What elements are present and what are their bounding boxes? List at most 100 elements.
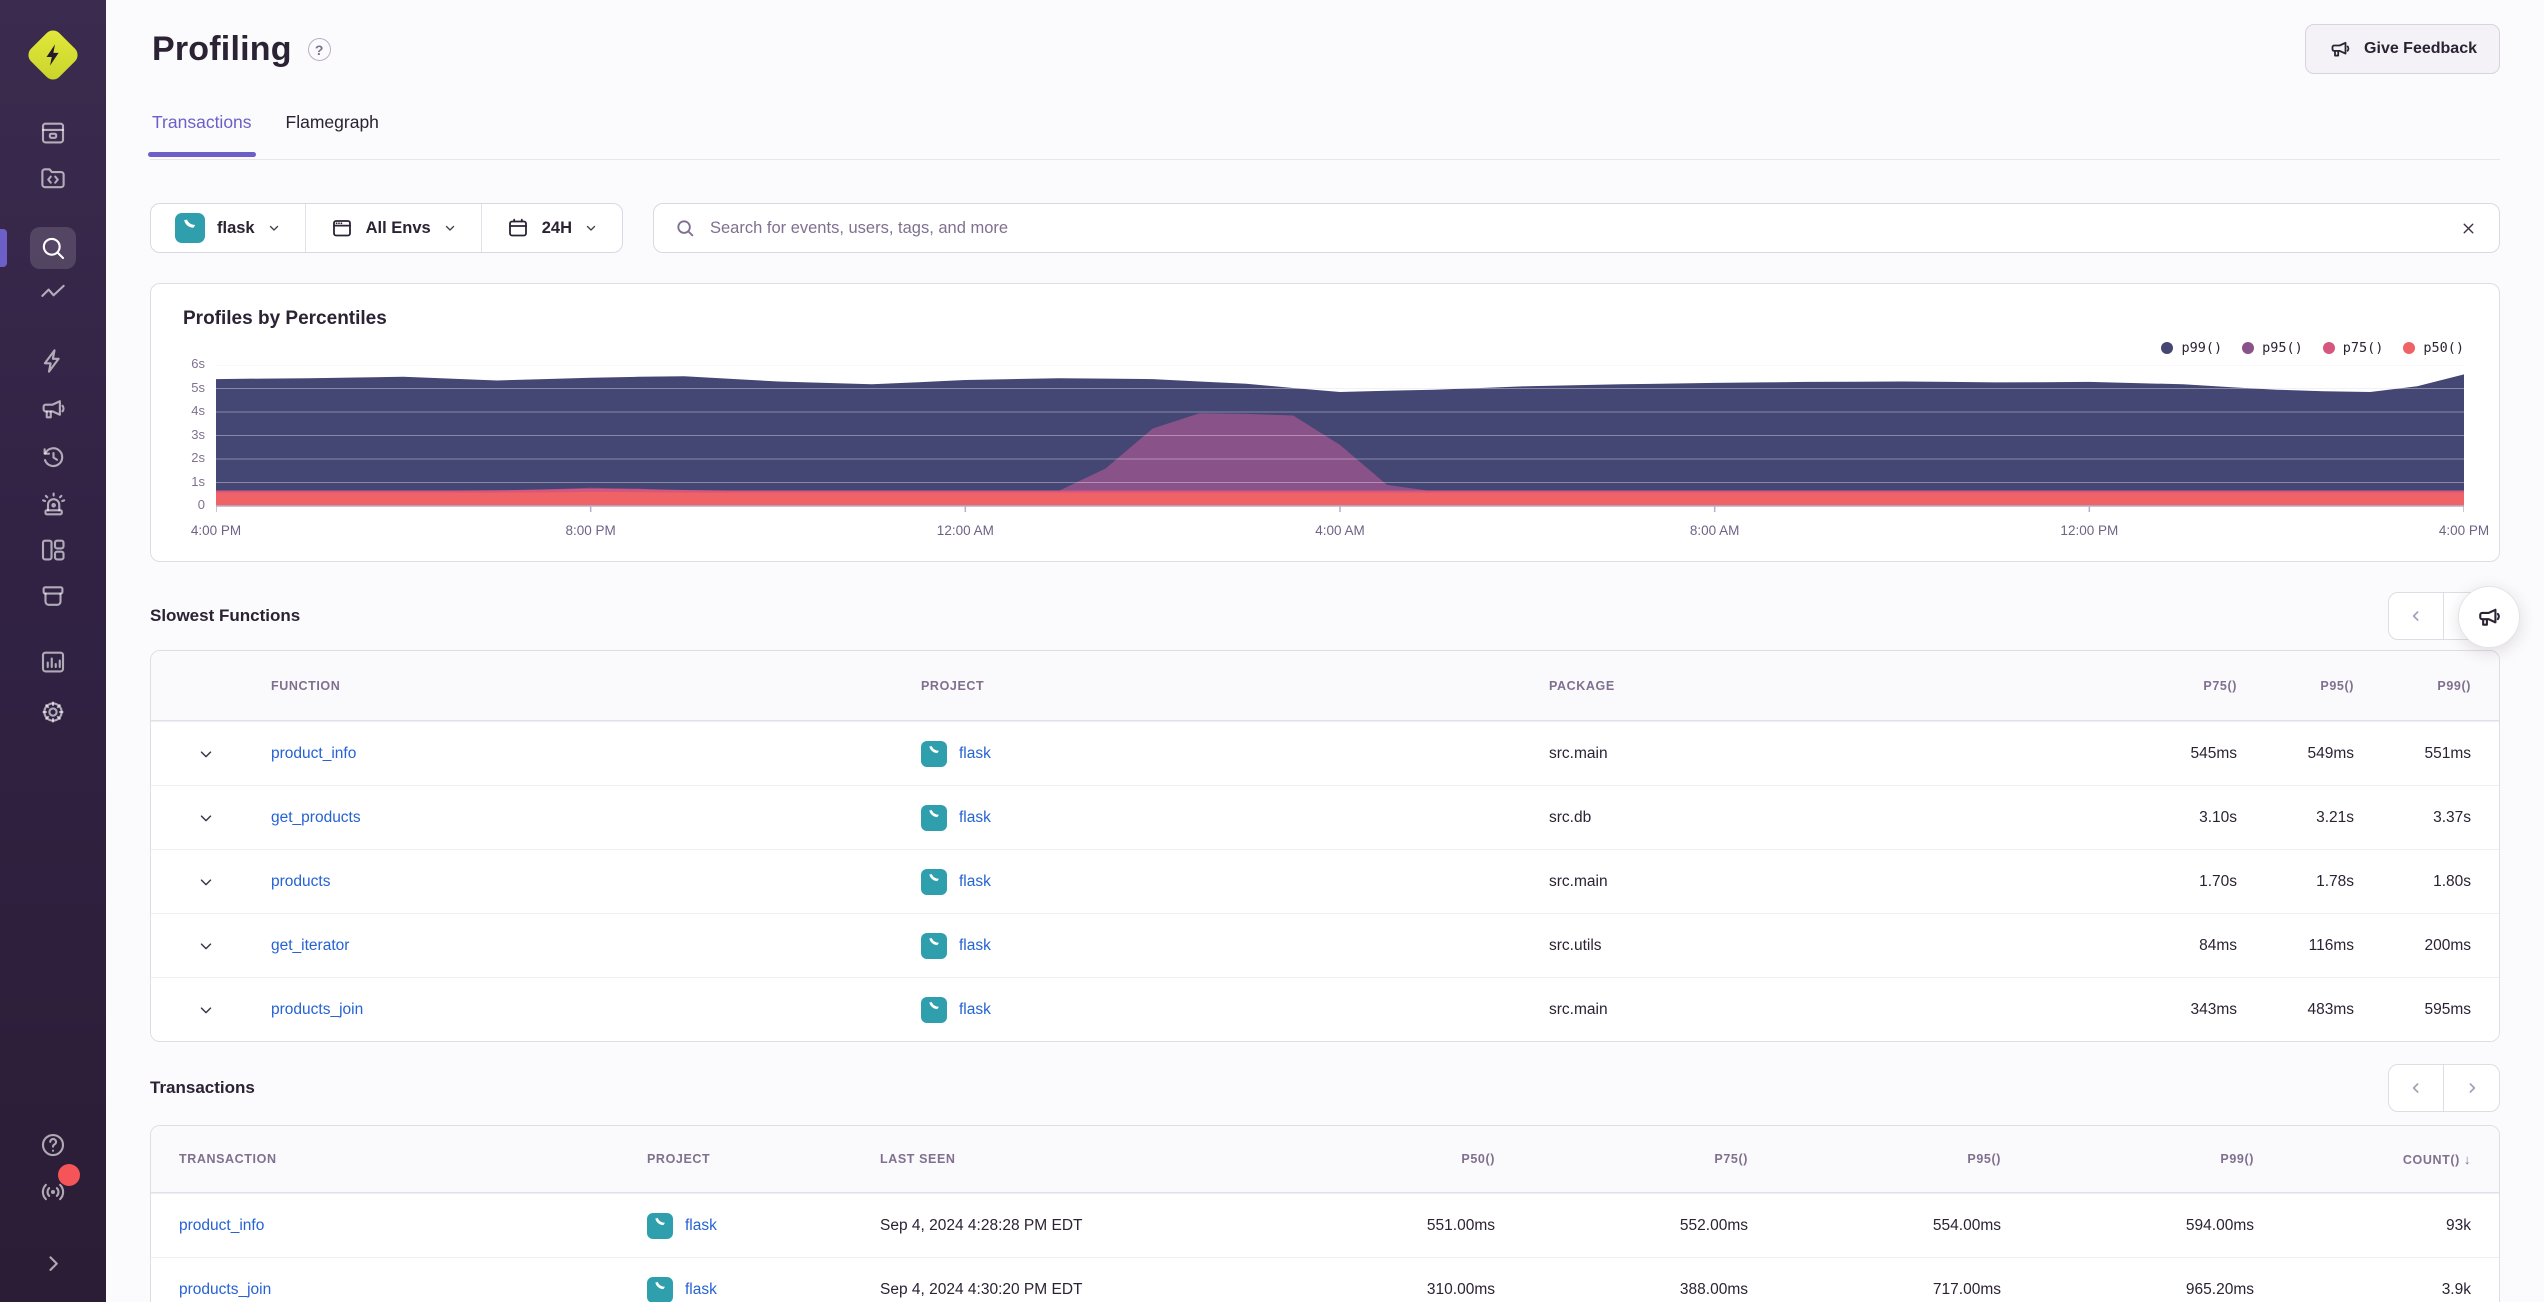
search-input[interactable] <box>696 218 2499 238</box>
p95-cell: 1.78s <box>2316 872 2354 890</box>
project-link[interactable]: flask <box>959 1001 991 1019</box>
count-cell: 3.9k <box>2441 1280 2471 1298</box>
area-chart-canvas <box>216 365 2464 512</box>
profiles-by-percentiles-card: Profiles by Percentiles p99() p95() p75() p… <box>150 283 2500 562</box>
megaphone-icon <box>42 400 65 419</box>
expand-row-button[interactable] <box>151 873 261 891</box>
environment-filter[interactable]: All Envs <box>304 204 481 252</box>
tab-bar: Transactions Flamegraph <box>148 112 379 157</box>
legend-label: p75() <box>2342 340 2384 356</box>
x-axis-tick-label: 4:00 AM <box>1315 523 1365 538</box>
chevron-down-icon <box>269 225 278 231</box>
p99-cell: 1.80s <box>2433 872 2471 890</box>
sidebar-item-help[interactable] <box>36 1128 70 1162</box>
p50-cell: 310.00ms <box>1426 1280 1495 1298</box>
transaction-link[interactable]: product_info <box>179 1217 264 1234</box>
chevron-down-icon <box>586 225 596 231</box>
sidebar-item-releases[interactable] <box>36 579 70 613</box>
function-link[interactable]: get_products <box>271 809 361 826</box>
transactions-table: TRANSACTION PROJECT LAST SEEN P50() P75(… <box>150 1125 2500 1302</box>
last-seen-cell: Sep 4, 2024 4:28:28 PM EDT <box>880 1216 1083 1234</box>
sidebar-item-dashboards[interactable] <box>36 533 70 567</box>
col-p75: P75() <box>2203 678 2237 693</box>
table-row: products flask src.main 1.70s 1.78s 1.80… <box>151 849 2499 913</box>
next-page-button[interactable] <box>2444 1064 2500 1112</box>
search-icon <box>42 237 65 260</box>
p75-cell: 545ms <box>2190 744 2237 762</box>
function-link[interactable]: product_info <box>271 745 356 762</box>
col-project: PROJECT <box>921 678 985 693</box>
traces-icon <box>41 284 65 297</box>
last-seen-cell: Sep 4, 2024 4:30:20 PM EDT <box>880 1280 1083 1298</box>
expand-row-button[interactable] <box>151 809 261 827</box>
megaphone-icon <box>2331 41 2350 57</box>
legend-item-p95[interactable]: p95() <box>2242 340 2303 356</box>
date-range-filter[interactable]: 24H <box>480 204 622 252</box>
issues-icon <box>41 122 65 144</box>
flask-project-icon <box>175 213 205 243</box>
project-filter[interactable]: flask <box>151 204 305 252</box>
col-function: FUNCTION <box>271 678 341 693</box>
expand-row-button[interactable] <box>151 1001 261 1019</box>
expand-row-button[interactable] <box>151 745 261 763</box>
tab-transactions[interactable]: Transactions <box>148 112 256 157</box>
expand-row-button[interactable] <box>151 937 261 955</box>
project-link[interactable]: flask <box>685 1217 717 1235</box>
chevron-right-icon <box>49 1256 58 1271</box>
percentiles-area-chart[interactable]: 4:00 PM 8:00 PM 12:00 AM 4:00 AM 8:00 AM 12:0… <box>191 365 2489 538</box>
sidebar-item-stats[interactable] <box>36 645 70 679</box>
sidebar-collapse-toggle[interactable] <box>36 1246 70 1280</box>
p95-cell: 717.00ms <box>1932 1280 2001 1298</box>
project-link[interactable]: flask <box>959 809 991 827</box>
legend-item-p75[interactable]: p75() <box>2322 340 2384 356</box>
function-link[interactable]: get_iterator <box>271 937 349 954</box>
sidebar-item-issues[interactable] <box>36 116 70 150</box>
sidebar-item-feedback[interactable] <box>36 392 70 426</box>
project-link[interactable]: flask <box>959 745 991 763</box>
sidebar-item-settings[interactable] <box>36 695 70 729</box>
function-link[interactable]: products_join <box>271 1001 363 1018</box>
sidebar-item-insights[interactable] <box>36 344 70 378</box>
col-count-sort[interactable]: COUNT() ↓ <box>2254 1152 2471 1167</box>
legend-item-p99[interactable]: p99() <box>2161 340 2222 356</box>
projects-icon <box>41 168 65 189</box>
main-content: Profiling ? Give Feedback Transactions F… <box>106 0 2544 1302</box>
legend-item-p50[interactable]: p50() <box>2403 340 2464 356</box>
transaction-link[interactable]: products_join <box>179 1281 271 1298</box>
x-axis-tick-label: 4:00 PM <box>190 523 242 538</box>
org-logo[interactable] <box>24 26 82 84</box>
x-axis-tick-label: 8:00 PM <box>565 523 616 538</box>
transactions-heading: Transactions <box>150 1078 255 1097</box>
flask-project-icon <box>921 868 947 895</box>
prev-page-button[interactable] <box>2388 592 2444 640</box>
sidebar-item-traces[interactable] <box>36 277 70 311</box>
flask-project-icon <box>647 1276 673 1302</box>
sidebar-item-replays[interactable] <box>36 440 70 474</box>
sidebar-item-projects[interactable] <box>36 161 70 195</box>
calendar-icon <box>508 218 527 237</box>
tab-flamegraph[interactable]: Flamegraph <box>286 112 379 155</box>
date-range-filter-value: 24H <box>541 218 572 237</box>
p99-cell: 3.37s <box>2433 808 2471 826</box>
y-axis-tick-label: 4s <box>191 403 205 418</box>
p99-cell: 200ms <box>2424 936 2471 954</box>
project-link[interactable]: flask <box>959 937 991 955</box>
function-link[interactable]: products <box>271 873 330 890</box>
p75-cell: 343ms <box>2190 1000 2237 1018</box>
floating-feedback-button[interactable] <box>2458 586 2520 648</box>
p95-cell: 116ms <box>2308 936 2354 954</box>
archive-box-icon <box>42 586 64 606</box>
sidebar-item-explore[interactable] <box>30 227 76 269</box>
slowest-functions-header-row: Slowest Functions <box>150 592 2500 640</box>
p50-cell: 551.00ms <box>1426 1216 1495 1234</box>
table-row: product_info flask Sep 4, 2024 4:28:28 P… <box>151 1193 2499 1257</box>
page-help-icon[interactable]: ? <box>307 38 331 61</box>
search-clear-button[interactable] <box>2455 215 2481 241</box>
chevron-down-icon <box>200 942 212 949</box>
col-p75: P75() <box>1714 1152 1748 1166</box>
give-feedback-button[interactable]: Give Feedback <box>2305 24 2500 74</box>
sidebar-item-alerts[interactable] <box>36 487 70 521</box>
project-link[interactable]: flask <box>685 1281 717 1299</box>
project-link[interactable]: flask <box>959 873 991 891</box>
prev-page-button[interactable] <box>2388 1064 2444 1112</box>
